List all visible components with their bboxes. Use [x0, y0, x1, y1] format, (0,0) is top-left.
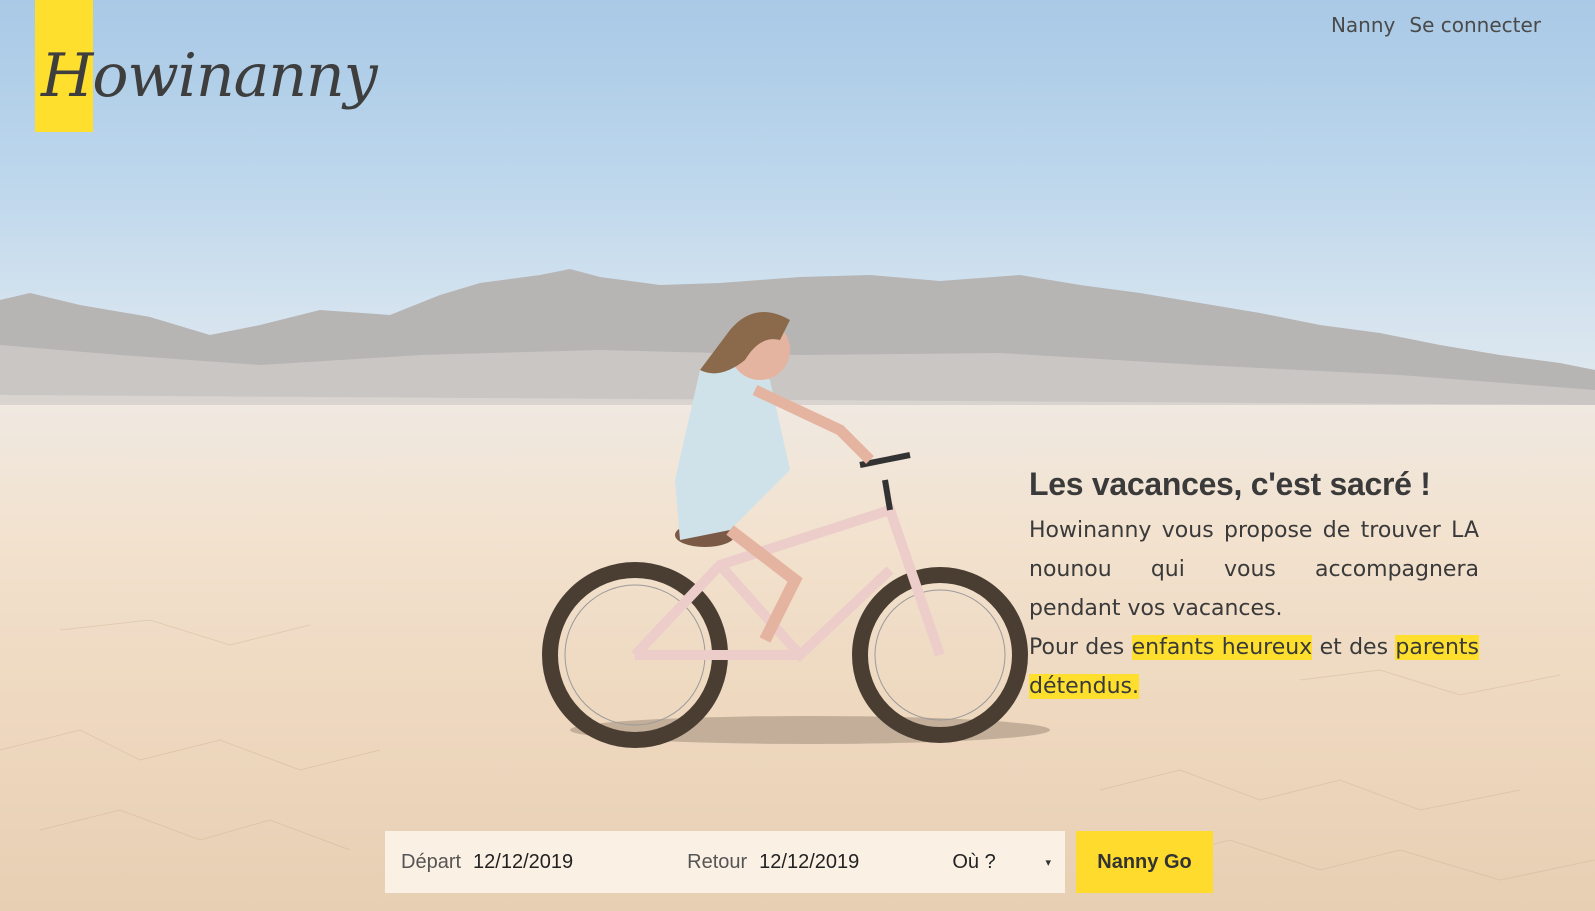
depart-date-value[interactable]: 12/12/2019 [473, 851, 573, 874]
location-select-value: Où ? [952, 850, 996, 873]
hero-line-1: Howinanny vous propose de trouver LA nou… [1029, 518, 1479, 621]
hero-line-2a: Pour des [1029, 635, 1132, 660]
return-label: Retour [687, 850, 748, 873]
nav-link-login[interactable]: Se connecter [1409, 13, 1541, 37]
highlight-happy-kids: enfants heureux [1131, 635, 1313, 660]
return-date-field[interactable]: Retour 12/12/2019 [671, 851, 952, 874]
hero-line-2b: et des [1312, 635, 1396, 660]
return-date-value[interactable]: 12/12/2019 [759, 851, 859, 874]
logo-text: Howinanny [41, 41, 378, 111]
depart-date-field[interactable]: Départ 12/12/2019 [385, 851, 671, 874]
hero-text-block: Les vacances, c'est sacré ! Howinanny vo… [1029, 466, 1479, 706]
depart-label: Départ [401, 850, 462, 873]
hero-description: Howinanny vous propose de trouver LA nou… [1029, 511, 1479, 706]
hero-title: Les vacances, c'est sacré ! [1029, 466, 1431, 502]
location-select[interactable]: Où ? ▾ [952, 851, 1065, 874]
chevron-down-icon: ▾ [1045, 856, 1052, 869]
nanny-go-button[interactable]: Nanny Go [1076, 831, 1213, 893]
top-nav: Nanny Se connecter [1331, 13, 1541, 37]
search-bar: Départ 12/12/2019 Retour 12/12/2019 Où ?… [385, 831, 1065, 893]
child-on-bicycle-image [542, 312, 1050, 748]
logo[interactable]: Howinanny [35, 0, 378, 160]
nav-link-nanny[interactable]: Nanny [1331, 13, 1395, 37]
